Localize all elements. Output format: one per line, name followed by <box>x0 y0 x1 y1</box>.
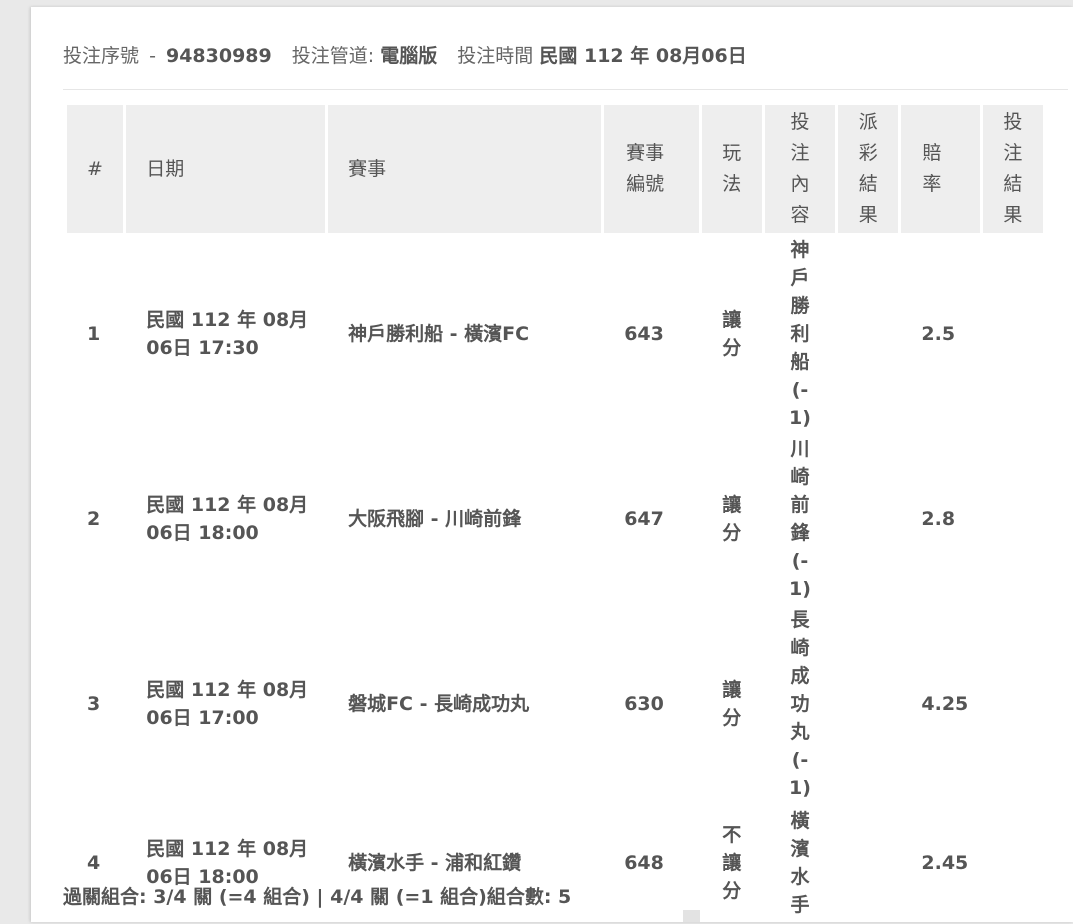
row-date: 民國 112 年 08月 06日 17:00 <box>146 679 309 729</box>
table-row: 3 民國 112 年 08月 06日 17:00 磐城FC - 長崎成功丸 63… <box>67 606 1043 802</box>
row-bet: 長崎成功丸(-1) <box>789 609 811 799</box>
col-header-odds: 賠率 <box>901 105 980 233</box>
col-header-match: 賽事 <box>328 105 602 233</box>
time-value: 民國 112 年 08月06日 <box>539 45 747 67</box>
row-match: 大阪飛腳 - 川崎前鋒 <box>348 508 522 530</box>
col-header-date: 日期 <box>126 105 326 233</box>
row-index: 3 <box>87 693 101 715</box>
row-index: 1 <box>87 323 101 345</box>
row-match-id: 630 <box>624 693 664 715</box>
row-odds: 4.25 <box>921 693 969 715</box>
row-play: 不讓分 <box>722 824 742 902</box>
row-play: 讓分 <box>722 309 742 359</box>
row-result <box>983 435 1043 603</box>
row-match: 磐城FC - 長崎成功丸 <box>348 693 530 715</box>
divider <box>63 89 1068 90</box>
row-odds: 2.8 <box>921 508 956 530</box>
bet-table: # 日期 賽事 賽事編號 玩法 投注內容 派彩結果 賠率 投注結果 1 民國 1… <box>64 102 1046 924</box>
row-match-id: 647 <box>624 508 664 530</box>
row-result <box>983 236 1043 432</box>
row-payout <box>838 236 898 432</box>
table-row: 1 民國 112 年 08月 06日 17:30 神戶勝利船 - 橫濱FC 64… <box>67 236 1043 432</box>
row-bet: 神戶勝利船(-1) <box>789 239 811 429</box>
row-match-id: 648 <box>624 852 664 874</box>
row-odds: 2.5 <box>921 323 956 345</box>
row-result <box>983 606 1043 802</box>
col-header-bet: 投注內容 <box>764 105 836 233</box>
row-date: 民國 112 年 08月 06日 17:30 <box>146 309 309 359</box>
row-result <box>983 805 1043 921</box>
serial-label: 投注序號 <box>63 45 140 67</box>
time-label: 投注時間 <box>457 45 534 67</box>
row-match: 神戶勝利船 - 橫濱FC <box>348 323 530 345</box>
row-play: 讓分 <box>722 679 742 729</box>
channel-label: 投注管道: <box>291 45 375 67</box>
row-payout <box>838 606 898 802</box>
row-payout <box>838 435 898 603</box>
col-header-match-id: 賽事編號 <box>604 105 699 233</box>
table-row: 2 民國 112 年 08月 06日 18:00 大阪飛腳 - 川崎前鋒 647… <box>67 435 1043 603</box>
row-date: 民國 112 年 08月 06日 18:00 <box>146 494 309 544</box>
serial-separator: - <box>149 45 156 67</box>
bet-detail-card: 投注序號 - 94830989 投注管道: 電腦版 投注時間 民國 112 年 … <box>31 7 1073 922</box>
row-play: 讓分 <box>722 494 742 544</box>
col-header-result: 投注結果 <box>982 105 1043 233</box>
table-header-row: # 日期 賽事 賽事編號 玩法 投注內容 派彩結果 賠率 投注結果 <box>67 105 1043 233</box>
channel-value: 電腦版 <box>380 45 438 67</box>
row-index: 2 <box>87 508 101 530</box>
row-payout <box>838 805 898 921</box>
parlay-summary: 過關組合: 3/4 關 (=4 組合) | 4/4 關 (=1 組合)組合數: … <box>63 886 572 908</box>
bet-header: 投注序號 - 94830989 投注管道: 電腦版 投注時間 民國 112 年 … <box>63 41 747 68</box>
serial-value: 94830989 <box>165 45 272 67</box>
row-bet: 橫濱水手 <box>790 810 810 916</box>
row-match-id: 643 <box>624 323 664 345</box>
row-odds: 2.45 <box>921 852 969 874</box>
col-header-play: 玩法 <box>701 105 762 233</box>
row-bet: 川崎前鋒(-1) <box>789 438 811 600</box>
col-header-index: # <box>67 105 124 233</box>
col-header-payout: 派彩結果 <box>838 105 899 233</box>
scrollbar-thumb[interactable] <box>683 910 700 922</box>
